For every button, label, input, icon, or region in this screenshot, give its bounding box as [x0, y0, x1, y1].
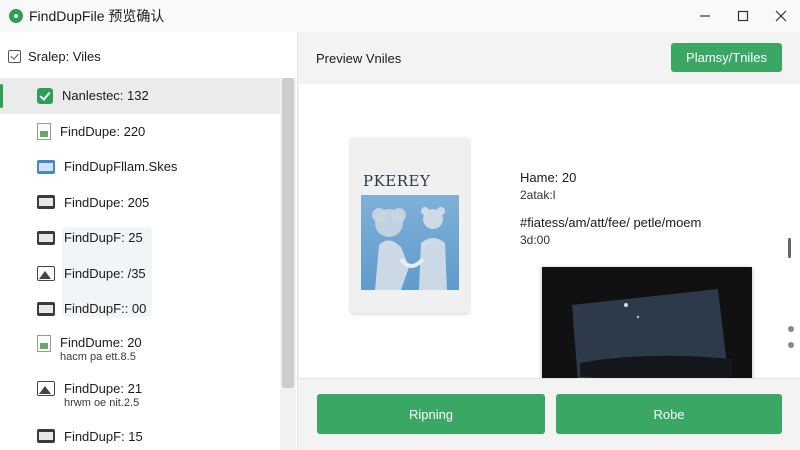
checkbox-icon[interactable] — [8, 50, 21, 63]
sidebar-header-label: Sralep: Viles — [28, 49, 101, 64]
dark-file-icon — [37, 195, 55, 210]
file-sidebar: Sralep: Viles Nanlestec: 132 FindDupe: 2… — [0, 32, 298, 450]
file-label: FindDupe: /35 — [64, 265, 146, 281]
title-bar: FindDupFile 预览确认 — [0, 0, 800, 32]
file-label: FindDupe: 205 — [64, 194, 150, 210]
file-list-item[interactable]: FindDupe: /35 — [0, 256, 280, 292]
dark-file-icon — [37, 301, 55, 316]
file-list: Nanlestec: 132 FindDupe: 220 FindDupFlla… — [0, 78, 280, 450]
left-action-button[interactable]: Ripning — [317, 394, 545, 434]
file-list-item[interactable]: FindDupFllam.Skes — [0, 149, 280, 185]
file-name-value: Hame: 20 — [520, 170, 577, 185]
sidebar-header: Sralep: Viles — [0, 32, 297, 82]
file-label: FindDupF:: 00 — [64, 301, 147, 317]
file-list-item[interactable]: FindDupF: 15 — [0, 419, 280, 450]
file-size-value: 3d:00 — [520, 233, 551, 247]
minimize-icon — [700, 15, 710, 17]
image-file-icon — [37, 122, 51, 140]
pager-dot[interactable] — [788, 342, 794, 348]
pager-dot[interactable] — [788, 326, 794, 332]
file-label: FindDupF: 15 — [64, 428, 143, 444]
file-list-item[interactable]: FindDupe: 220 — [0, 114, 280, 150]
file-list-item[interactable]: FindDupF:: 00 — [0, 291, 280, 327]
folder-dark-icon — [37, 230, 55, 245]
folder-icon — [37, 159, 55, 174]
file-list-item[interactable]: FindDupe: 21 hrwm oe nit.2.5 — [0, 373, 280, 419]
file-label: FindDupF: 25 — [64, 230, 143, 246]
file-list-item[interactable]: FindDume: 20 hacm pa ett.8.5 — [0, 327, 280, 373]
file-list-item[interactable]: Nanlestec: 132 — [0, 78, 280, 114]
preview-scrollbar[interactable] — [788, 238, 791, 258]
window-controls — [686, 0, 800, 32]
window-title: FindDupFile 预览确认 — [29, 8, 165, 24]
landscape-image-icon — [37, 265, 55, 281]
file-list-item[interactable]: FindDupe: 205 — [0, 185, 280, 221]
photo-caption: PKEREY — [363, 172, 431, 190]
file-label: FindDume: 20 — [60, 334, 142, 350]
close-button[interactable] — [762, 0, 800, 32]
preview-area: Preview Vniles Plamsy/Tniles PKEREY Hame… — [299, 32, 800, 450]
sidebar-scrollbar[interactable] — [280, 78, 296, 450]
file-list-item[interactable]: FindDupF: 25 — [0, 220, 280, 256]
file-path-value: #fiatess/am/att/fee/ petle/moem — [520, 215, 702, 230]
photo-thumbnail[interactable]: PKEREY — [351, 138, 469, 313]
close-icon — [775, 10, 787, 22]
landscape-image-icon — [37, 380, 55, 396]
scrollbar-thumb[interactable] — [282, 78, 294, 388]
image-file-icon — [37, 334, 51, 352]
app-logo-icon — [9, 9, 23, 23]
action-bar: Ripning Robe — [299, 378, 800, 450]
file-detail-value: 2atak:l — [520, 188, 556, 202]
preview-title: Preview Vniles — [316, 50, 402, 66]
file-label: FindDupe: 220 — [60, 123, 146, 139]
preview-panel: PKEREY Hame: 20 2atak:l #fiatess/am/att/… — [299, 84, 800, 419]
file-sublabel: hrwm oe nit.2.5 — [64, 396, 140, 409]
minimize-button[interactable] — [686, 0, 724, 32]
photo-illustration — [361, 195, 459, 290]
file-label: FindDupFllam.Skes — [64, 159, 178, 175]
file-label: FindDupe: 21 — [64, 380, 143, 396]
maximize-icon — [737, 10, 749, 22]
right-action-button[interactable]: Robe — [556, 394, 782, 434]
file-sublabel: hacm pa ett.8.5 — [60, 350, 136, 363]
file-label: Nanlestec: 132 — [62, 88, 149, 104]
primary-action-button[interactable]: Plamsy/Tniles — [671, 43, 782, 72]
checkbox-checked-icon[interactable] — [37, 87, 53, 104]
folder-dark-icon — [37, 429, 55, 444]
maximize-button[interactable] — [724, 0, 762, 32]
